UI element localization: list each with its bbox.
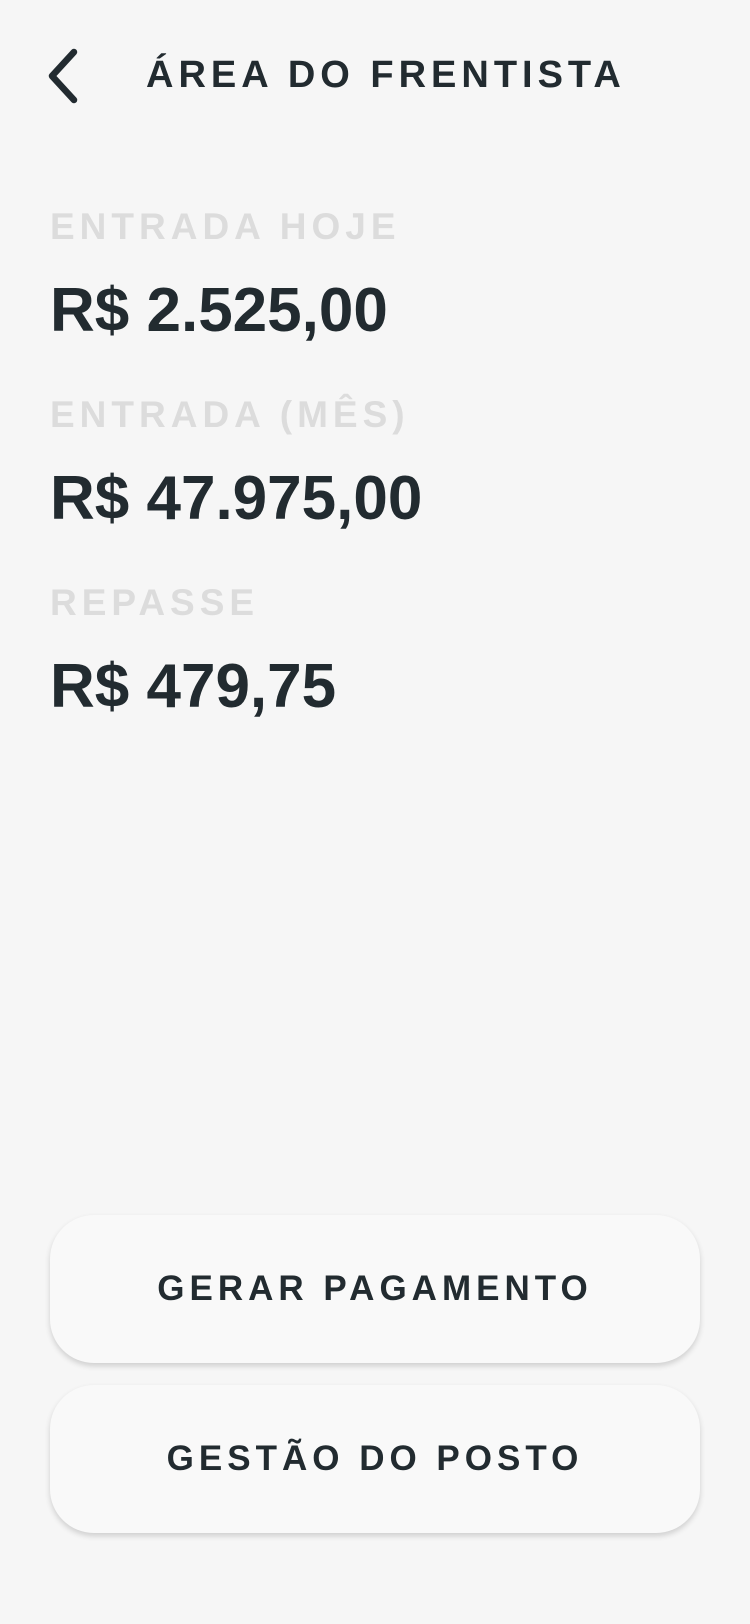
back-button[interactable] [30,40,94,112]
stats-section: ENTRADA HOJE R$ 2.525,00 ENTRADA (MÊS) R… [50,205,700,769]
stat-value: R$ 47.975,00 [50,464,423,533]
station-management-button[interactable]: GESTÃO DO POSTO [50,1385,700,1533]
stat-label: ENTRADA HOJE [50,206,401,247]
stat-value: R$ 479,75 [50,652,337,721]
stat-label: REPASSE [50,582,260,623]
stat-entry-month: ENTRADA (MÊS) R$ 47.975,00 [50,393,700,581]
chevron-left-icon [48,48,78,104]
generate-payment-button[interactable]: GERAR PAGAMENTO [50,1215,700,1363]
app-header: ÁREA DO FRENTISTA [0,0,750,160]
stat-transfer: REPASSE R$ 479,75 [50,581,700,769]
stat-value: R$ 2.525,00 [50,276,388,345]
stat-label: ENTRADA (MÊS) [50,394,410,435]
stat-entry-today: ENTRADA HOJE R$ 2.525,00 [50,205,700,393]
page-title: ÁREA DO FRENTISTA [146,54,626,96]
